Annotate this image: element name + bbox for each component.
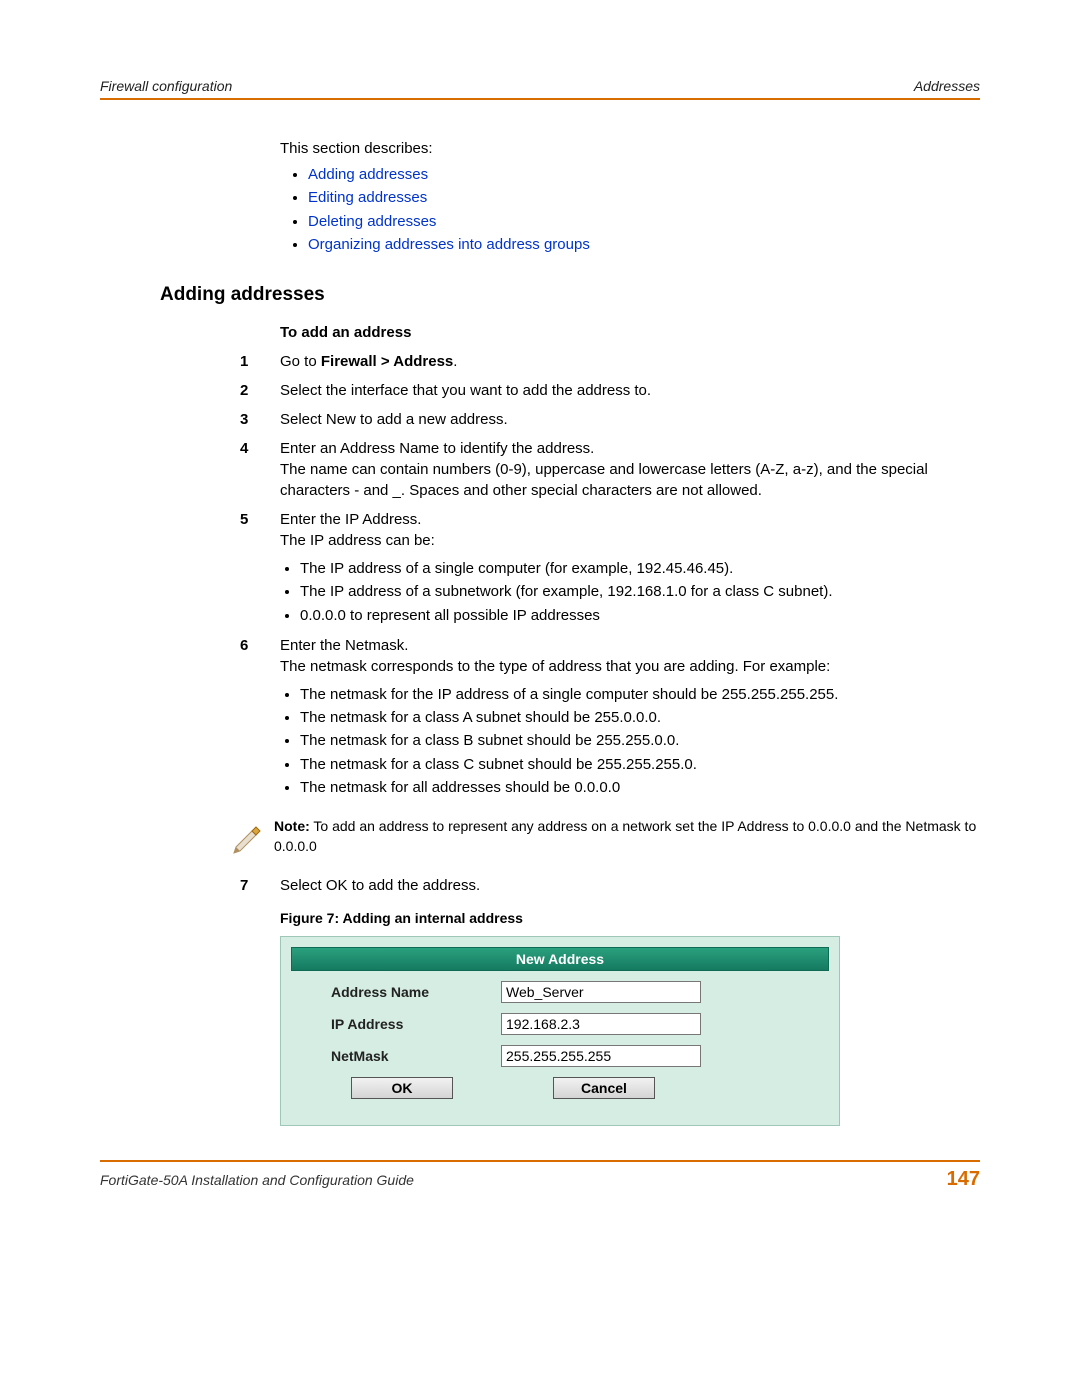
step-number: 3: [240, 409, 280, 430]
figure-caption: Figure 7: Adding an internal address: [280, 910, 980, 926]
step-number: 5: [240, 509, 280, 627]
ok-button[interactable]: OK: [351, 1077, 453, 1099]
step-number: 1: [240, 351, 280, 372]
figure-row-mask: NetMask: [331, 1045, 809, 1067]
note-icon: [230, 817, 274, 861]
step-body: Select the interface that you want to ad…: [280, 380, 980, 401]
list-item: The netmask for the IP address of a sing…: [300, 683, 980, 706]
running-header: Firewall configuration Addresses: [100, 78, 980, 100]
step-body: Select OK to add the address.: [280, 875, 980, 896]
toc-block: This section describes: Adding addresses…: [280, 140, 970, 256]
steps-list: 1 Go to Firewall > Address. 2 Select the…: [240, 351, 980, 799]
toc-intro: This section describes:: [280, 140, 970, 157]
section-heading: Adding addresses: [160, 284, 980, 306]
procedure-title: To add an address: [280, 324, 980, 341]
note-block: Note: To add an address to represent any…: [230, 817, 980, 861]
ip-address-field[interactable]: [501, 1013, 701, 1035]
step-number: 7: [240, 875, 280, 896]
header-right: Addresses: [914, 78, 980, 94]
step-body: Enter the Netmask. The netmask correspon…: [280, 635, 980, 799]
step5-bullets: The IP address of a single computer (for…: [300, 557, 980, 627]
steps-list-cont: 7 Select OK to add the address.: [240, 875, 980, 896]
address-name-field[interactable]: [501, 981, 701, 1003]
address-name-label: Address Name: [331, 984, 501, 1000]
figure-button-row: OK Cancel: [351, 1077, 809, 1099]
step-body: Go to Firewall > Address.: [280, 351, 980, 372]
step-number: 4: [240, 438, 280, 501]
running-footer: FortiGate-50A Installation and Configura…: [100, 1160, 980, 1191]
ip-address-label: IP Address: [331, 1016, 501, 1032]
step-4: 4 Enter an Address Name to identify the …: [240, 438, 980, 501]
header-left: Firewall configuration: [100, 78, 232, 94]
netmask-label: NetMask: [331, 1048, 501, 1064]
step-7: 7 Select OK to add the address.: [240, 875, 980, 896]
figure-row-ip: IP Address: [331, 1013, 809, 1035]
toc-link-deleting[interactable]: Deleting addresses: [308, 213, 436, 230]
toc-list: Adding addresses Editing addresses Delet…: [280, 163, 970, 256]
list-item: The netmask for a class C subnet should …: [300, 753, 980, 776]
step-number: 6: [240, 635, 280, 799]
note-text: Note: To add an address to represent any…: [274, 817, 980, 856]
list-item: The netmask for a class A subnet should …: [300, 706, 980, 729]
step-number: 2: [240, 380, 280, 401]
footer-title: FortiGate-50A Installation and Configura…: [100, 1172, 414, 1188]
page-number: 147: [947, 1168, 980, 1191]
step-3: 3 Select New to add a new address.: [240, 409, 980, 430]
page: Firewall configuration Addresses This se…: [0, 0, 1080, 1397]
toc-link-organizing[interactable]: Organizing addresses into address groups: [308, 236, 590, 253]
step-2: 2 Select the interface that you want to …: [240, 380, 980, 401]
step-body: Enter the IP Address. The IP address can…: [280, 509, 980, 627]
toc-link-adding[interactable]: Adding addresses: [308, 166, 428, 183]
toc-link-editing[interactable]: Editing addresses: [308, 189, 427, 206]
netmask-field[interactable]: [501, 1045, 701, 1067]
cancel-button[interactable]: Cancel: [553, 1077, 655, 1099]
step6-bullets: The netmask for the IP address of a sing…: [300, 683, 980, 799]
step-1: 1 Go to Firewall > Address.: [240, 351, 980, 372]
list-item: The IP address of a single computer (for…: [300, 557, 980, 580]
list-item: The netmask for a class B subnet should …: [300, 729, 980, 752]
figure-panel: New Address Address Name IP Address NetM…: [280, 936, 840, 1126]
step-6: 6 Enter the Netmask. The netmask corresp…: [240, 635, 980, 799]
list-item: The IP address of a subnetwork (for exam…: [300, 580, 980, 603]
figure-titlebar: New Address: [291, 947, 829, 971]
step-5: 5 Enter the IP Address. The IP address c…: [240, 509, 980, 627]
step-body: Enter an Address Name to identify the ad…: [280, 438, 980, 501]
figure-row-name: Address Name: [331, 981, 809, 1003]
note-label: Note:: [274, 818, 310, 834]
list-item: The netmask for all addresses should be …: [300, 776, 980, 799]
step-body: Select New to add a new address.: [280, 409, 980, 430]
figure-body: Address Name IP Address NetMask OK Cance…: [291, 971, 829, 1115]
list-item: 0.0.0.0 to represent all possible IP add…: [300, 604, 980, 627]
